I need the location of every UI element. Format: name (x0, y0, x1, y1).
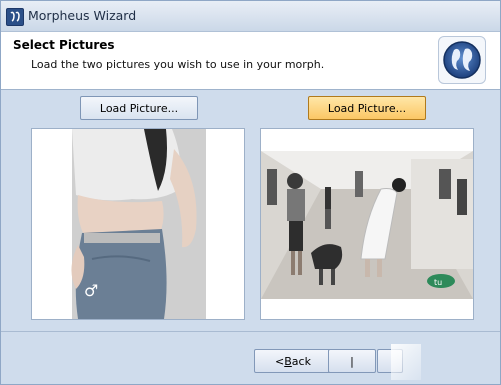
wizard-body: Load Picture... Load Picture... ♂ tu (1, 90, 500, 330)
morpheus-logo (438, 36, 486, 84)
back-prefix: < (275, 354, 285, 368)
title-bar[interactable]: Morpheus Wizard (1, 1, 500, 32)
wizard-footer: < Back | (1, 331, 500, 384)
load-picture-right-button[interactable]: Load Picture... (308, 96, 426, 120)
image-watermark-logo: tu (434, 278, 442, 287)
back-mnemonic: B (284, 354, 292, 368)
step-description: Load the two pictures you wish to use in… (31, 58, 325, 71)
load-picture-left-button[interactable]: Load Picture... (80, 96, 198, 120)
left-picture-frame[interactable]: ♂ (31, 128, 245, 320)
back-label-rest: ack (291, 354, 311, 368)
step-title: Select Pictures (13, 38, 115, 52)
wizard-window: Morpheus Wizard Select Pictures Load the… (0, 0, 501, 385)
window-title: Morpheus Wizard (28, 8, 137, 23)
right-picture: tu (261, 129, 473, 319)
next-button[interactable]: | (328, 349, 376, 373)
male-symbol-icon: ♂ (84, 281, 98, 300)
morpheus-app-icon[interactable] (6, 8, 24, 26)
right-picture-frame[interactable]: tu (260, 128, 474, 320)
back-button[interactable]: < Back (254, 349, 332, 373)
wizard-header: Select Pictures Load the two pictures yo… (1, 32, 500, 90)
screen-glare (391, 344, 421, 380)
left-picture: ♂ (32, 129, 244, 319)
next-glyph: | (350, 354, 354, 368)
